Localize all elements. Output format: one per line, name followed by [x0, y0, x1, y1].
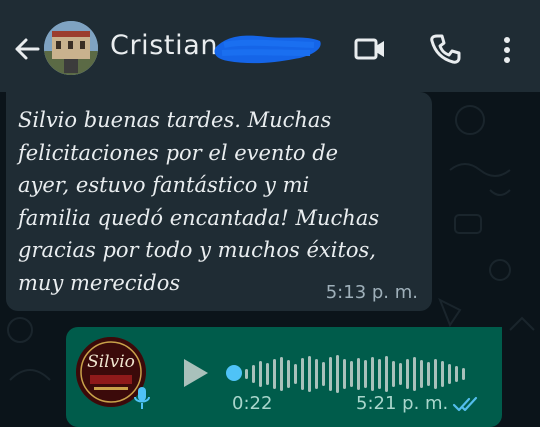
chat-header: Cristian [0, 0, 540, 92]
waveform-bar [392, 361, 395, 387]
waveform-bar [301, 358, 304, 390]
incoming-message-time: 5:13 p. m. [325, 282, 418, 303]
contact-name[interactable]: Cristian [110, 30, 218, 61]
back-arrow-icon[interactable] [12, 34, 42, 64]
audio-scrubber-handle[interactable] [226, 365, 242, 381]
play-button-icon[interactable] [178, 355, 212, 391]
waveform-bar [357, 358, 360, 390]
audio-waveform[interactable] [243, 353, 473, 395]
waveform-bar [462, 368, 465, 380]
svg-text:Silvio: Silvio [87, 352, 135, 372]
video-call-icon[interactable] [353, 34, 387, 64]
read-receipt-ticks-icon [452, 396, 478, 412]
waveform-bar [252, 365, 255, 383]
overflow-menu-icon[interactable] [496, 34, 518, 66]
waveform-bar [287, 360, 290, 388]
outgoing-message-time: 5:21 p. m. [356, 393, 449, 414]
waveform-bar [259, 361, 262, 387]
microphone-icon [134, 387, 150, 409]
waveform-bar [280, 357, 283, 391]
waveform-bar [322, 362, 325, 386]
waveform-bar [434, 359, 437, 389]
waveform-bar [273, 359, 276, 389]
waveform-bar [406, 359, 409, 389]
waveform-bar [294, 364, 297, 384]
waveform-bar [385, 356, 388, 392]
waveform-bar [455, 366, 458, 382]
waveform-bar [343, 359, 346, 389]
waveform-bar [266, 363, 269, 385]
contact-avatar[interactable] [44, 21, 98, 75]
avatar-photo-icon [44, 21, 98, 75]
outgoing-voice-message[interactable]: Silvio 0:22 5:21 p. m. [66, 327, 502, 427]
waveform-bar [448, 364, 451, 384]
waveform-bar [427, 362, 430, 386]
waveform-bar [364, 360, 367, 388]
waveform-bar [420, 360, 423, 388]
incoming-message-bubble[interactable]: Silvio buenas tardes. Muchas felicitacio… [6, 92, 432, 311]
waveform-bar [378, 359, 381, 389]
voice-call-icon[interactable] [429, 33, 461, 65]
waveform-bar [308, 356, 311, 392]
waveform-bar [245, 369, 248, 379]
waveform-bar [315, 359, 318, 389]
waveform-bar [329, 357, 332, 391]
waveform-bar [350, 361, 353, 387]
waveform-bar [441, 361, 444, 387]
incoming-message-text: Silvio buenas tardes. Muchas felicitacio… [18, 108, 380, 295]
redaction-scribble [214, 35, 321, 64]
waveform-bar [399, 363, 402, 385]
waveform-bar [371, 357, 374, 391]
waveform-bar [413, 357, 416, 391]
waveform-bar [336, 355, 339, 393]
audio-duration: 0:22 [232, 393, 273, 414]
